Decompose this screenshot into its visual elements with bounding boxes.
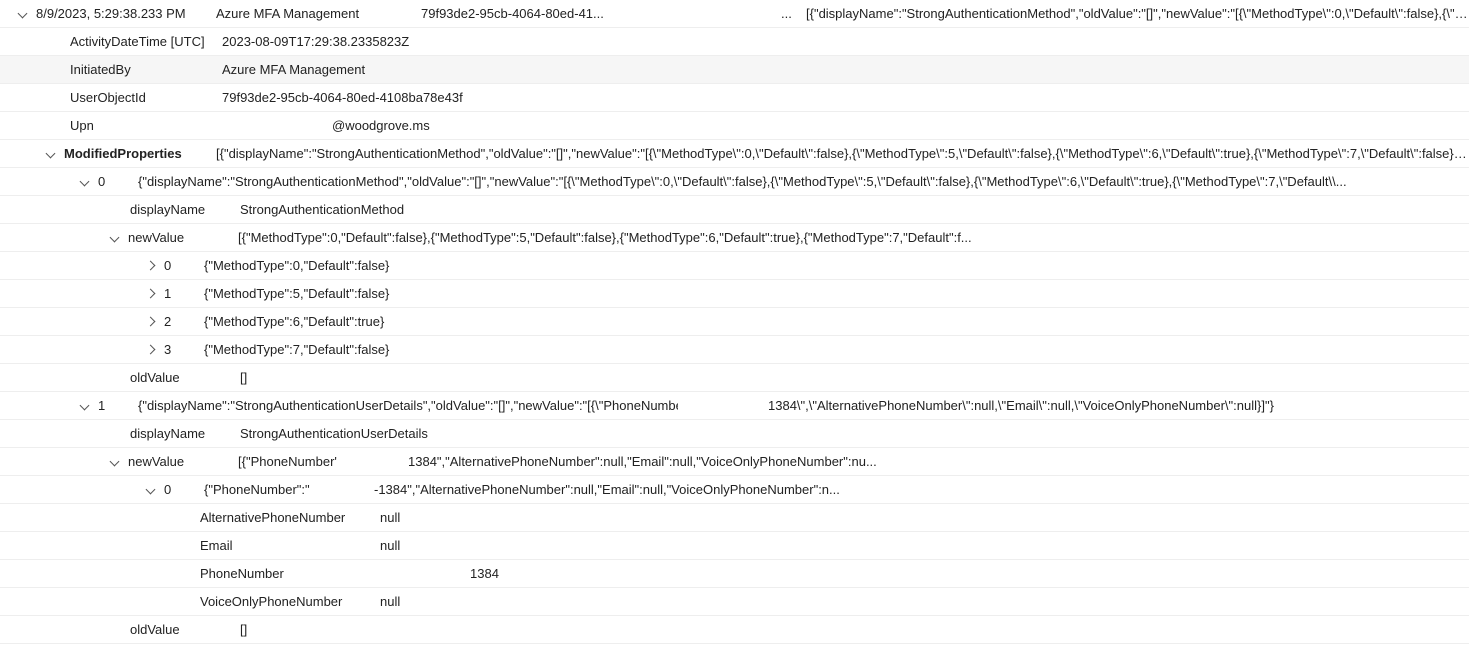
item-summary: {"displayName":"StrongAuthenticationMeth…: [138, 174, 1469, 189]
field-label: Upn: [70, 118, 222, 133]
newvalue-summary-left: [{"PhoneNumber': [238, 454, 408, 469]
field-label: newValue: [128, 454, 238, 469]
field-label: oldValue: [130, 622, 240, 637]
nv-item-value: {"MethodType":0,"Default":false}: [204, 258, 389, 273]
nv-item-row[interactable]: 0 {"MethodType":0,"Default":false}: [0, 252, 1469, 280]
field-label: ActivityDateTime [UTC]: [70, 34, 222, 49]
array-index: 3: [164, 342, 204, 357]
detail-row-upn: Upn @woodgrove.ms: [0, 112, 1469, 140]
modprops-item-0-newvalue-header[interactable]: newValue [{"MethodType":0,"Default":fals…: [0, 224, 1469, 252]
modprops-item-0-header[interactable]: 0 {"displayName":"StrongAuthenticationMe…: [0, 168, 1469, 196]
array-index: 0: [164, 482, 204, 497]
array-index: 0: [164, 258, 204, 273]
chevron-down-icon[interactable]: [110, 233, 120, 243]
service-name: Azure MFA Management: [216, 6, 421, 21]
json-preview: [{"displayName":"StrongAuthenticationMet…: [806, 6, 1469, 21]
timestamp: 8/9/2023, 5:29:38.233 PM: [36, 6, 216, 21]
detail-row-activitydatetime: ActivityDateTime [UTC] 2023-08-09T17:29:…: [0, 28, 1469, 56]
detail-row-initiatedby: InitiatedBy Azure MFA Management: [0, 56, 1469, 84]
newvalue-summary: [{"MethodType":0,"Default":false},{"Meth…: [238, 230, 1469, 245]
nv-item-value: {"MethodType":7,"Default":false}: [204, 342, 389, 357]
object-id-short: 79f93de2-95cb-4064-80ed-41...: [421, 6, 781, 21]
field-label: displayName: [130, 202, 240, 217]
chevron-down-icon[interactable]: [18, 9, 28, 19]
field-label: displayName: [130, 426, 240, 441]
nv-item-value: {"MethodType":5,"Default":false}: [204, 286, 389, 301]
modprops-item-1-header[interactable]: 1 {"displayName":"StrongAuthenticationUs…: [0, 392, 1469, 420]
nv-item-value: {"MethodType":6,"Default":true}: [204, 314, 384, 329]
modprops-item-1-newvalue-header[interactable]: newValue [{"PhoneNumber' 1384","Alternat…: [0, 448, 1469, 476]
nv0-field-phone: PhoneNumber 1384: [0, 560, 1469, 588]
field-value: 2023-08-09T17:29:38.2335823Z: [222, 34, 409, 49]
field-value: null: [380, 510, 400, 525]
field-value: null: [380, 538, 400, 553]
field-value: 79f93de2-95cb-4064-80ed-4108ba78e43f: [222, 90, 463, 105]
nv-item-row[interactable]: 1 {"MethodType":5,"Default":false}: [0, 280, 1469, 308]
modified-properties-summary: [{"displayName":"StrongAuthenticationMet…: [216, 146, 1469, 161]
field-value: @woodgrove.ms: [332, 118, 430, 133]
modprops-item-1-displayname: displayName StrongAuthenticationUserDeta…: [0, 420, 1469, 448]
field-label: InitiatedBy: [70, 62, 222, 77]
array-index: 1: [164, 286, 204, 301]
modprops-item-1-oldvalue: oldValue []: [0, 616, 1469, 644]
nv0-field-email: Email null: [0, 532, 1469, 560]
nv0-summary-right: -1384","AlternativePhoneNumber":null,"Em…: [374, 482, 1469, 497]
array-index: 1: [98, 398, 138, 413]
field-value: Azure MFA Management: [222, 62, 365, 77]
field-label: PhoneNumber: [200, 566, 380, 581]
field-label: ModifiedProperties: [64, 146, 216, 161]
field-label: UserObjectId: [70, 90, 222, 105]
nv0-field-voice: VoiceOnlyPhoneNumber null: [0, 588, 1469, 616]
detail-row-userobjectid: UserObjectId 79f93de2-95cb-4064-80ed-410…: [0, 84, 1469, 112]
nv-item-row[interactable]: 2 {"MethodType":6,"Default":true}: [0, 308, 1469, 336]
item-summary-right: 1384\",\"AlternativePhoneNumber\":null,\…: [768, 398, 1469, 413]
field-value: []: [240, 370, 247, 385]
field-label: AlternativePhoneNumber: [200, 510, 380, 525]
nv0-summary-left: {"PhoneNumber":": [204, 482, 374, 497]
modified-properties-header[interactable]: ModifiedProperties [{"displayName":"Stro…: [0, 140, 1469, 168]
array-index: 2: [164, 314, 204, 329]
modprops-item-0-displayname: displayName StrongAuthenticationMethod: [0, 196, 1469, 224]
field-label: newValue: [128, 230, 238, 245]
chevron-down-icon[interactable]: [46, 149, 56, 159]
ellipsis: ...: [781, 6, 806, 21]
chevron-down-icon[interactable]: [146, 485, 156, 495]
field-label: oldValue: [130, 370, 240, 385]
modprops-item-0-oldvalue: oldValue []: [0, 364, 1469, 392]
array-index: 0: [98, 174, 138, 189]
chevron-right-icon[interactable]: [146, 261, 156, 271]
field-value: StrongAuthenticationUserDetails: [240, 426, 428, 441]
field-value: 1384: [470, 566, 499, 581]
chevron-down-icon[interactable]: [80, 401, 90, 411]
chevron-down-icon[interactable]: [80, 177, 90, 187]
field-value: []: [240, 622, 247, 637]
item-summary-left: {"displayName":"StrongAuthenticationUser…: [138, 398, 678, 413]
nv-item-row[interactable]: 3 {"MethodType":7,"Default":false}: [0, 336, 1469, 364]
field-label: VoiceOnlyPhoneNumber: [200, 594, 380, 609]
chevron-right-icon[interactable]: [146, 345, 156, 355]
chevron-right-icon[interactable]: [146, 289, 156, 299]
chevron-down-icon[interactable]: [110, 457, 120, 467]
field-value: StrongAuthenticationMethod: [240, 202, 404, 217]
chevron-right-icon[interactable]: [146, 317, 156, 327]
newvalue-summary-right: 1384","AlternativePhoneNumber":null,"Ema…: [408, 454, 1469, 469]
field-label: Email: [200, 538, 380, 553]
modprops-item-1-nv0-header[interactable]: 0 {"PhoneNumber":" -1384","AlternativePh…: [0, 476, 1469, 504]
nv0-field-altphone: AlternativePhoneNumber null: [0, 504, 1469, 532]
log-row-header[interactable]: 8/9/2023, 5:29:38.233 PM Azure MFA Manag…: [0, 0, 1469, 28]
field-value: null: [380, 594, 400, 609]
